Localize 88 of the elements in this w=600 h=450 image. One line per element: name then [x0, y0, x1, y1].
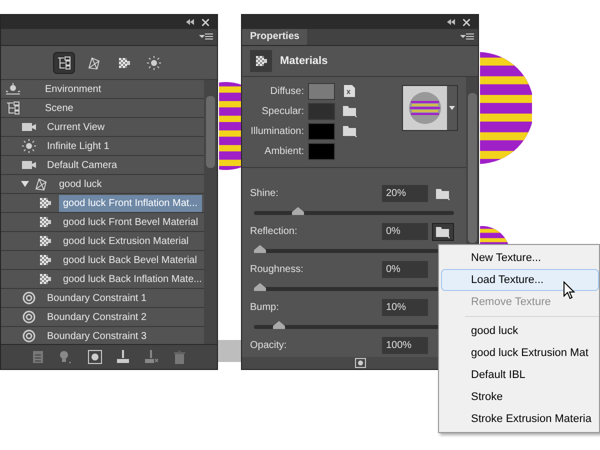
mesh-frame-icon[interactable]	[88, 350, 102, 364]
slider-label: Roughness:	[250, 263, 304, 277]
tree-list-icon	[5, 101, 21, 115]
material-icon	[37, 215, 53, 229]
section-title: Materials	[280, 54, 328, 69]
collapse-icon[interactable]	[186, 19, 194, 25]
swatch-label: Ambient:	[264, 144, 305, 158]
swatch-label: Diffuse:	[269, 84, 305, 98]
tree-item[interactable]: good luck Back Inflation Mate...	[59, 270, 204, 288]
material-icon	[37, 234, 53, 248]
menu-item[interactable]: Load Texture...	[441, 269, 599, 291]
value-field[interactable]: 10%	[382, 299, 428, 316]
slider-thumb[interactable]	[292, 207, 304, 215]
mesh-icon	[33, 177, 49, 191]
tree-item[interactable]: good luck	[55, 176, 106, 192]
close-icon[interactable]	[463, 18, 470, 26]
tree-item[interactable]: Environment	[41, 80, 106, 98]
sphere-preview-drawing	[403, 86, 447, 130]
filter-button[interactable]	[53, 52, 75, 74]
menu-item[interactable]: New Texture...	[441, 247, 599, 269]
value-field[interactable]: 0%	[382, 261, 428, 278]
properties-tab[interactable]: Properties	[242, 29, 308, 45]
tree-item[interactable]: good luck Front Inflation Mat...	[59, 194, 202, 212]
tree-item[interactable]: Default Camera	[43, 156, 122, 174]
folder-icon[interactable]	[435, 186, 451, 200]
swatch-label: Specular:	[260, 104, 305, 118]
material-icon	[37, 196, 53, 210]
material-icon	[37, 272, 53, 286]
tree-item[interactable]: Boundary Constraint 2	[43, 308, 151, 326]
panel-menu-icon[interactable]	[199, 33, 213, 41]
menu-item[interactable]: good luck	[465, 320, 599, 342]
tree-item[interactable]: good luck Back Bevel Material	[59, 252, 201, 268]
slider-thumb[interactable]	[254, 283, 266, 291]
folder-icon[interactable]	[435, 224, 451, 238]
color-swatch[interactable]	[308, 102, 335, 120]
menu-item[interactable]: Default IBL	[465, 364, 599, 386]
scrollbar[interactable]	[204, 80, 217, 344]
target-icon	[21, 291, 37, 305]
folder-icon[interactable]	[342, 104, 358, 118]
tree-item[interactable]: good luck Front Bevel Material	[59, 214, 202, 230]
menu-item[interactable]: good luck Extrusion Mat	[465, 342, 599, 364]
slider-label: Reflection:	[250, 225, 298, 239]
menu-item[interactable]: Stroke Extrusion Materia	[465, 408, 599, 430]
value-field[interactable]: 100%	[382, 337, 428, 354]
swatch-label: Illumination:	[250, 124, 305, 138]
tree-item[interactable]: Current View	[43, 118, 109, 136]
tree-item[interactable]: Boundary Constraint 3	[43, 328, 151, 344]
expanded-triangle-icon[interactable]	[21, 181, 29, 187]
camera-icon	[21, 120, 37, 134]
texture-folder-button[interactable]	[432, 222, 454, 240]
tree-item[interactable]: good luck Extrusion Material	[59, 232, 193, 250]
value-field[interactable]: 0%	[382, 223, 428, 240]
material-preview[interactable]	[402, 85, 458, 131]
close-icon[interactable]	[202, 18, 209, 26]
menu-item[interactable]: Stroke	[465, 386, 599, 408]
mesh-icon	[86, 56, 102, 70]
material-icon	[253, 54, 269, 68]
bulb-icon[interactable]	[58, 350, 72, 364]
material-icon	[37, 253, 53, 267]
slider-thumb[interactable]	[254, 245, 266, 253]
mesh-frame-icon[interactable]	[354, 358, 366, 368]
color-swatch[interactable]	[308, 142, 335, 160]
collapse-icon[interactable]	[447, 19, 455, 25]
target-icon	[21, 329, 37, 343]
value-field[interactable]: 20%	[382, 185, 428, 202]
folder-icon[interactable]	[342, 124, 358, 138]
sun-icon	[146, 56, 162, 70]
mouse-cursor-icon	[563, 281, 575, 300]
sun-icon	[21, 139, 37, 153]
tree-item[interactable]: Scene	[41, 100, 78, 116]
camera-icon	[21, 158, 37, 172]
environment-icon	[5, 82, 21, 96]
drop-to-plane-icon[interactable]	[117, 350, 130, 364]
texture-file-icon[interactable]	[343, 84, 357, 98]
panel-menu-icon[interactable]	[460, 33, 474, 41]
dropdown-caret-icon[interactable]	[449, 106, 455, 110]
target-icon	[21, 310, 37, 324]
color-swatch[interactable]	[308, 82, 335, 100]
drop-to-plane-icon[interactable]	[144, 350, 159, 364]
tree-item[interactable]: Infinite Light 1	[43, 138, 114, 154]
tree-list-icon	[56, 56, 72, 70]
slider-label: Shine:	[250, 187, 280, 201]
material-icon	[116, 56, 132, 70]
slider-label: Bump:	[250, 301, 280, 315]
slider-label: Opacity:	[250, 339, 288, 353]
color-swatch[interactable]	[308, 122, 335, 140]
slider-thumb[interactable]	[272, 321, 285, 329]
tree-item[interactable]: Boundary Constraint 1	[43, 290, 151, 306]
